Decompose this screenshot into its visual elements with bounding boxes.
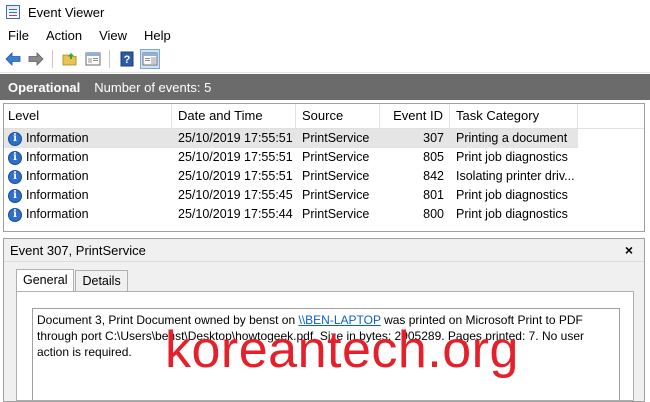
detail-tabs: General Details [16,269,129,292]
level-cell: i Information [4,167,172,186]
date-cell: 25/10/2019 17:55:51 [172,129,296,148]
level-text: Information [26,188,89,202]
toolbar: ? [0,46,650,73]
date-cell: 25/10/2019 17:55:51 [178,169,293,183]
detail-header: Event 307, PrintService × [4,239,644,262]
task-category-cell: Printing a document [450,129,578,148]
title-bar: Event Viewer [0,0,650,24]
event-list[interactable]: Level Date and Time Source Event ID Task… [3,103,645,232]
menu-view[interactable]: View [91,28,134,43]
level-cell: i Information [4,205,172,224]
level-text: Information [26,169,89,183]
window-title: Event Viewer [28,4,105,20]
event-viewer-app-icon [6,5,20,19]
close-icon[interactable]: × [622,242,636,258]
task-category-cell: Isolating printer driv... [456,169,575,183]
event-id-cell: 307 [380,129,450,148]
toolbar-separator [52,50,53,68]
event-id-cell: 805 [423,150,444,164]
column-header-level[interactable]: Level [4,104,172,128]
open-folder-icon [62,53,77,66]
information-icon: i [8,150,22,165]
table-row[interactable]: i Information 25/10/2019 17:55:45 PrintSe… [4,186,644,205]
watermark: koreantech.org [165,321,519,379]
information-icon: i [8,207,22,222]
column-header-source[interactable]: Source [296,104,380,128]
event-count: Number of events: 5 [94,79,212,95]
console-tree-icon [85,52,101,66]
source-cell: PrintService [302,150,370,164]
task-category-cell: Print job diagnostics [456,188,568,202]
show-hide-console-tree-button[interactable] [83,49,103,69]
tab-details[interactable]: Details [75,270,128,291]
level-cell: i Information [4,148,172,167]
level-text: Information [26,131,89,145]
level-text: Information [26,207,89,221]
event-id-cell: 800 [423,207,444,221]
back-button[interactable] [3,49,23,69]
column-header-row: Level Date and Time Source Event ID Task… [4,104,644,129]
table-row[interactable]: i Information 25/10/2019 17:55:44 PrintSe… [4,205,644,224]
table-row[interactable]: i Information 25/10/2019 17:55:51 PrintSe… [4,129,644,148]
log-name: Operational [8,79,81,95]
tab-general[interactable]: General [16,269,75,291]
back-arrow-icon [5,52,21,66]
level-text: Information [26,150,89,164]
event-id-cell: 842 [423,169,444,183]
log-header-strip: Operational Number of events: 5 [0,74,650,100]
task-category-cell: Print job diagnostics [456,207,568,221]
source-cell: PrintService [302,207,370,221]
help-button[interactable]: ? [117,49,137,69]
help-icon: ? [120,51,134,67]
forward-button[interactable] [26,49,46,69]
date-cell: 25/10/2019 17:55:51 [178,150,293,164]
level-cell: i Information [4,186,172,205]
information-icon: i [8,169,22,184]
information-icon: i [8,188,22,203]
source-cell: PrintService [296,129,380,148]
information-icon: i [8,131,22,146]
forward-arrow-icon [28,52,44,66]
column-header-date-time[interactable]: Date and Time [172,104,296,128]
menu-bar: File Action View Help [0,24,650,46]
open-saved-log-button[interactable] [60,49,80,69]
level-cell: i Information [4,129,172,148]
table-row[interactable]: i Information 25/10/2019 17:55:51 PrintSe… [4,167,644,186]
column-header-event-id[interactable]: Event ID [380,104,450,128]
date-cell: 25/10/2019 17:55:45 [178,188,293,202]
show-hide-action-pane-button[interactable] [140,49,160,69]
event-id-cell: 801 [423,188,444,202]
task-category-cell: Print job diagnostics [456,150,568,164]
detail-title: Event 307, PrintService [10,242,146,258]
table-row[interactable]: i Information 25/10/2019 17:55:51 PrintSe… [4,148,644,167]
menu-help[interactable]: Help [136,28,178,43]
source-cell: PrintService [302,169,370,183]
source-cell: PrintService [302,188,370,202]
menu-file[interactable]: File [0,28,36,43]
svg-text:?: ? [124,54,131,66]
toolbar-separator [109,50,110,68]
date-cell: 25/10/2019 17:55:44 [178,207,293,221]
menu-action[interactable]: Action [38,28,89,43]
column-header-task-category[interactable]: Task Category [450,104,578,128]
action-pane-icon [142,52,158,66]
